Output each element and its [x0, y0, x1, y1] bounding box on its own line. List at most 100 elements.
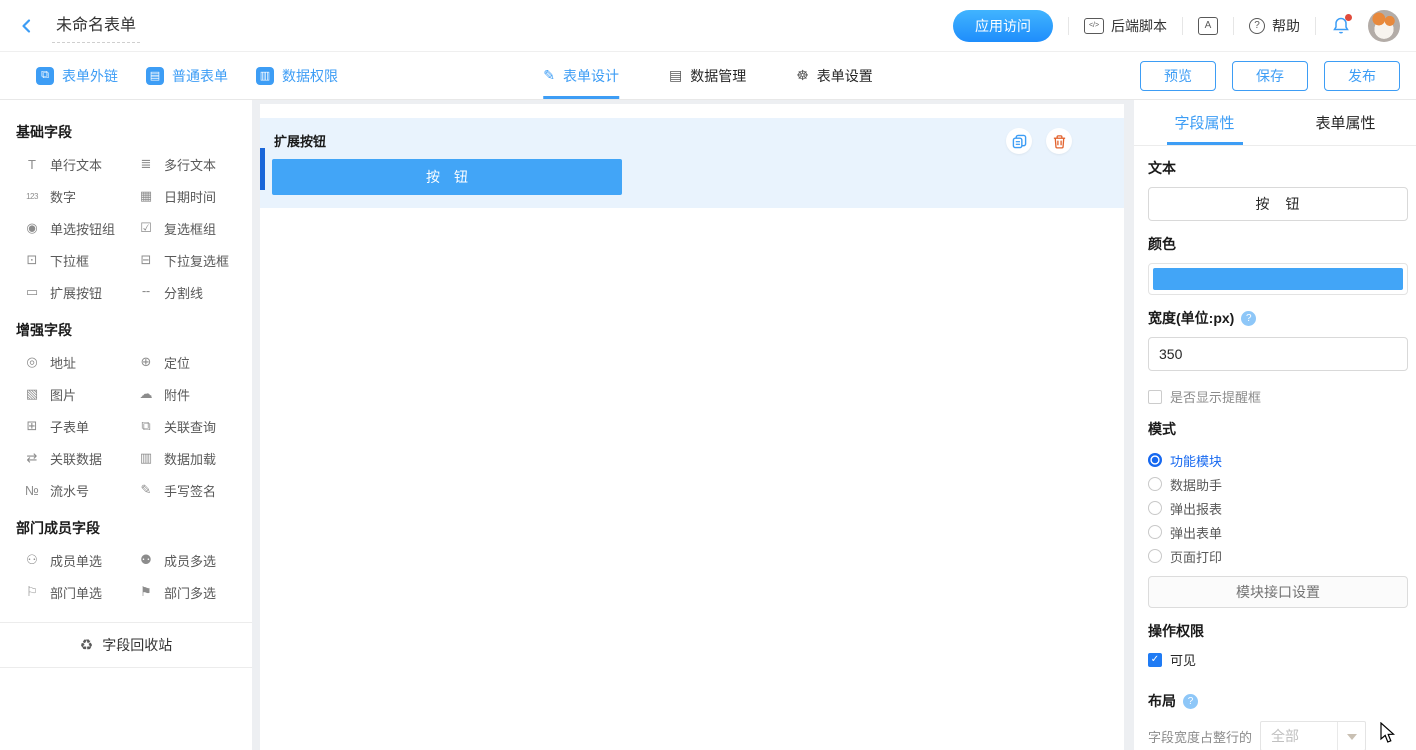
palette-item-attachment[interactable]: ☁附件	[130, 378, 244, 410]
dropdown-multi-icon: ⊟	[137, 252, 155, 268]
cloud-upload-icon: ☁	[137, 386, 155, 402]
form-external-link-entry[interactable]: ⧉ 表单外链	[36, 66, 118, 86]
color-swatch-fill	[1153, 268, 1403, 290]
serial-number-icon: №	[23, 483, 41, 498]
palette-item-signature[interactable]: ✎手写签名	[130, 474, 244, 506]
notification-bell-button[interactable]	[1331, 15, 1353, 37]
palette-item-image[interactable]: ▧图片	[16, 378, 130, 410]
data-management-icon: ▤	[669, 67, 682, 84]
mode-option-page-print[interactable]: 页面打印	[1148, 544, 1408, 568]
notification-dot	[1345, 14, 1352, 21]
mode-option-popup-report[interactable]: 弹出报表	[1148, 496, 1408, 520]
tab-form-settings[interactable]: ☸ 表单设置	[796, 52, 873, 99]
palette-item-checkbox-group[interactable]: ☑复选框组	[130, 212, 244, 244]
radio-icon[interactable]	[1148, 501, 1162, 515]
palette-item-dept-multi[interactable]: ⚑部门多选	[130, 576, 244, 608]
field-width-select[interactable]: 全部	[1260, 721, 1366, 750]
color-picker[interactable]	[1148, 263, 1408, 295]
palette-item-locate[interactable]: ⊕定位	[130, 346, 244, 378]
form-document-icon: ▤	[146, 67, 164, 85]
app-access-button[interactable]: 应用访问	[953, 10, 1053, 42]
palette-item-multi-select[interactable]: ⊟下拉复选框	[130, 244, 244, 276]
copy-component-button[interactable]	[1006, 128, 1032, 154]
sub-toolbar: ⧉ 表单外链 ▤ 普通表单 ▥ 数据权限 ✎ 表单设计 ▤ 数据管理 ☸	[0, 52, 1416, 100]
radio-selected-icon[interactable]	[1148, 453, 1162, 467]
canvas-button[interactable]: 按 钮	[272, 159, 622, 195]
width-input[interactable]	[1148, 337, 1408, 371]
palette-item-data-load[interactable]: ▥数据加载	[130, 442, 244, 474]
show-reminder-row[interactable]: 是否显示提醒框	[1148, 387, 1408, 406]
code-icon: </>	[1084, 18, 1104, 34]
copy-icon	[1012, 134, 1027, 149]
palette-item-linked-query[interactable]: ⧉关联查询	[130, 410, 244, 442]
palette-item-subform[interactable]: ⊞子表单	[16, 410, 130, 442]
departments-icon: ⚑	[137, 584, 155, 600]
tab-data-management[interactable]: ▤ 数据管理	[669, 52, 746, 99]
tab-field-properties[interactable]: 字段属性	[1134, 100, 1275, 145]
save-button[interactable]: 保存	[1232, 61, 1308, 91]
palette-item-number[interactable]: 123数字	[16, 180, 130, 212]
radio-icon[interactable]	[1148, 477, 1162, 491]
palette-item-single-line-text[interactable]: T单行文本	[16, 148, 130, 180]
palette-item-dept-single[interactable]: ⚐部门单选	[16, 576, 130, 608]
properties-panel: 字段属性 表单属性 文本 颜色 宽度(单位:px) ? 是否显示提醒框	[1134, 100, 1416, 750]
palette-item-member-multi[interactable]: ⚉成员多选	[130, 544, 244, 576]
publish-button[interactable]: 发布	[1324, 61, 1400, 91]
language-switch-icon[interactable]: A	[1198, 17, 1218, 35]
tab-form-properties[interactable]: 表单属性	[1275, 100, 1416, 145]
palette-item-extend-button[interactable]: ▭扩展按钮	[16, 276, 130, 308]
palette-item-linked-data[interactable]: ⇄关联数据	[16, 442, 130, 474]
form-canvas[interactable]: 扩展按钮 按 钮	[260, 104, 1124, 750]
tab-form-design[interactable]: ✎ 表单设计	[543, 52, 619, 99]
field-width-row-label: 字段宽度占整行的	[1148, 727, 1252, 746]
radio-icon[interactable]	[1148, 525, 1162, 539]
palette-item-multiline-text[interactable]: ≣多行文本	[130, 148, 244, 180]
width-help-icon[interactable]: ?	[1241, 311, 1256, 326]
palette-item-member-single[interactable]: ⚇成员单选	[16, 544, 130, 576]
external-link-icon: ⧉	[36, 67, 54, 85]
page-title[interactable]: 未命名表单	[52, 9, 140, 43]
button-text-input[interactable]	[1148, 187, 1408, 221]
delete-component-button[interactable]	[1046, 128, 1072, 154]
signature-pen-icon: ✎	[137, 482, 155, 498]
back-button[interactable]	[16, 15, 38, 37]
dropdown-icon: ⊡	[23, 252, 41, 268]
mode-option-data-assistant[interactable]: 数据助手	[1148, 472, 1408, 496]
palette-item-radio-group[interactable]: ◉单选按钮组	[16, 212, 130, 244]
visible-checkbox[interactable]: ✓	[1148, 653, 1162, 667]
selected-extend-button-component[interactable]: 扩展按钮 按 钮	[260, 118, 1124, 208]
selection-accent-bar	[260, 148, 265, 190]
palette-item-divider-line[interactable]: ╌分割线	[130, 276, 244, 308]
visible-row[interactable]: ✓ 可见	[1148, 650, 1408, 669]
image-icon: ▧	[23, 386, 41, 402]
color-label: 颜色	[1148, 234, 1408, 254]
people-icon: ⚉	[137, 552, 155, 568]
backend-script-button[interactable]: </> 后端脚本	[1084, 16, 1167, 36]
show-reminder-checkbox[interactable]	[1148, 390, 1162, 404]
palette-item-serial-number[interactable]: №流水号	[16, 474, 130, 506]
mode-option-popup-form[interactable]: 弹出表单	[1148, 520, 1408, 544]
palette-item-datetime[interactable]: ▦日期时间	[130, 180, 244, 212]
palette-item-select[interactable]: ⊡下拉框	[16, 244, 130, 276]
field-recycle-bin-button[interactable]: ♻ 字段回收站	[0, 622, 252, 668]
department-icon: ⚐	[23, 584, 41, 600]
mode-option-function-module[interactable]: 功能模块	[1148, 448, 1408, 472]
data-permission-entry[interactable]: ▥ 数据权限	[256, 66, 338, 86]
checkbox-icon: ☑	[137, 220, 155, 236]
normal-form-entry[interactable]: ▤ 普通表单	[146, 66, 228, 86]
preview-button[interactable]: 预览	[1140, 61, 1216, 91]
top-header: 未命名表单 应用访问 </> 后端脚本 A ? 帮助	[0, 0, 1416, 52]
palette-item-address[interactable]: ◎地址	[16, 346, 130, 378]
radio-icon[interactable]	[1148, 549, 1162, 563]
form-settings-icon: ☸	[796, 67, 809, 84]
mode-label: 模式	[1148, 419, 1408, 439]
module-interface-settings-button[interactable]: 模块接口设置	[1148, 576, 1408, 608]
single-line-text-icon: T	[23, 157, 41, 172]
number-icon: 123	[23, 192, 41, 201]
layout-label: 布局 ?	[1148, 691, 1408, 711]
chevron-down-icon	[1337, 722, 1365, 750]
help-button[interactable]: ? 帮助	[1249, 16, 1300, 36]
field-width-select-value: 全部	[1261, 726, 1337, 746]
user-avatar[interactable]	[1368, 10, 1400, 42]
layout-help-icon[interactable]: ?	[1183, 694, 1198, 709]
